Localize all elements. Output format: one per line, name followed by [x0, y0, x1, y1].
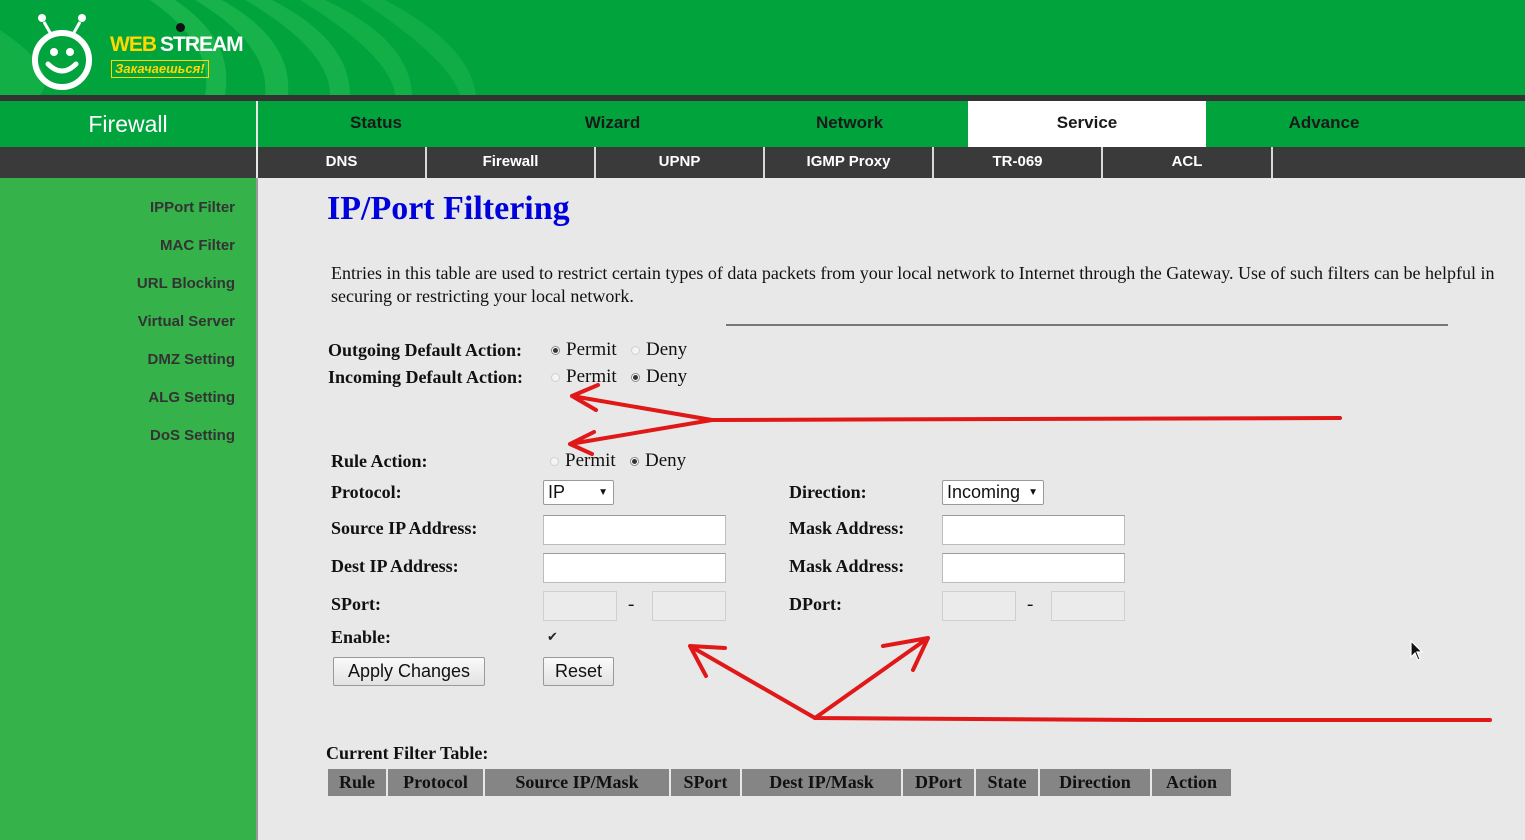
dport-to-input[interactable] — [1051, 591, 1125, 621]
subtab-dns[interactable]: DNS — [258, 147, 427, 178]
column-header-rule: Rule — [326, 769, 386, 796]
logo-dot — [176, 23, 185, 32]
incoming-deny-radio[interactable] — [631, 373, 640, 382]
direction-label: Direction: — [789, 482, 867, 502]
sidebar-item-dmz-setting[interactable]: DMZ Setting — [148, 351, 236, 368]
column-header-action: Action — [1150, 769, 1231, 796]
sidebar-item-ipport-filter[interactable]: IPPort Filter — [150, 199, 235, 216]
protocol-label: Protocol: — [331, 482, 402, 502]
smiley-tv-logo-icon — [32, 14, 92, 90]
rule-deny-label: Deny — [645, 450, 687, 471]
logo-slogan: Закачаешься! — [111, 60, 209, 78]
tab-network[interactable]: Network — [731, 101, 968, 147]
mouse-pointer-icon — [1410, 640, 1424, 661]
rule-permit-radio[interactable] — [550, 457, 559, 466]
sidebar-item-dos-setting[interactable]: DoS Setting — [150, 427, 235, 444]
enable-checkbox[interactable]: ✔ — [547, 630, 559, 643]
annotation-arrow-right — [813, 636, 930, 720]
divider — [726, 324, 1448, 326]
dest-mask-label: Mask Address: — [789, 556, 905, 576]
sidebar: IPPort Filter MAC Filter URL Blocking Vi… — [0, 178, 256, 840]
tab-service[interactable]: Service — [968, 101, 1206, 147]
incoming-permit-label: Permit — [566, 366, 617, 387]
outgoing-permit-radio[interactable] — [551, 346, 560, 355]
sidebar-item-url-blocking[interactable]: URL Blocking — [137, 275, 235, 292]
column-header-source-ip-mask: Source IP/Mask — [483, 769, 669, 796]
chevron-down-icon: ▼ — [1028, 487, 1038, 498]
logo-word-web: WEB — [110, 33, 157, 56]
incoming-deny-label: Deny — [646, 366, 688, 387]
sport-separator: - — [628, 594, 635, 615]
source-ip-input[interactable] — [543, 515, 726, 545]
sidebar-item-alg-setting[interactable]: ALG Setting — [148, 389, 235, 406]
page-description: Entries in this table are used to restri… — [331, 263, 1495, 306]
sport-to-input[interactable] — [652, 591, 726, 621]
protocol-select[interactable]: IP ▼ — [543, 480, 614, 505]
source-mask-label: Mask Address: — [789, 518, 905, 538]
rule-permit-label: Permit — [565, 450, 616, 471]
outgoing-deny-radio[interactable] — [631, 346, 640, 355]
subtab-firewall[interactable]: Firewall — [427, 147, 596, 178]
dport-from-input[interactable] — [942, 591, 1016, 621]
direction-value: Incoming — [947, 482, 1021, 502]
tab-wizard[interactable]: Wizard — [494, 101, 731, 147]
section-title: Firewall — [0, 101, 256, 147]
direction-select[interactable]: Incoming ▼ — [942, 480, 1044, 505]
column-header-dport: DPort — [901, 769, 974, 796]
page-title: IP/Port Filtering — [327, 190, 570, 227]
incoming-default-label: Incoming Default Action: — [328, 367, 523, 387]
protocol-value: IP — [548, 482, 566, 502]
dest-mask-input[interactable] — [942, 553, 1125, 583]
sport-from-input[interactable] — [543, 591, 617, 621]
filter-table-title: Current Filter Table: — [326, 743, 489, 763]
subtab-igmp-proxy[interactable]: IGMP Proxy — [765, 147, 934, 178]
rule-action-label: Rule Action: — [331, 451, 428, 471]
outgoing-deny-label: Deny — [646, 339, 688, 360]
column-header-protocol: Protocol — [386, 769, 483, 796]
tab-status[interactable]: Status — [258, 101, 494, 147]
subtab-tr069[interactable]: TR-069 — [934, 147, 1103, 178]
subtab-upnp[interactable]: UPNP — [596, 147, 765, 178]
sidebar-edge — [256, 178, 258, 840]
enable-label: Enable: — [331, 627, 392, 647]
sidebar-item-virtual-server[interactable]: Virtual Server — [138, 313, 235, 330]
dport-separator: - — [1027, 594, 1034, 615]
main-tabs: Status Wizard Network Service Advance — [258, 101, 1525, 147]
rule-deny-radio[interactable] — [630, 457, 639, 466]
annotation-arrow-lower — [568, 418, 714, 456]
chevron-down-icon: ▼ — [598, 487, 608, 498]
dport-label: DPort: — [789, 594, 842, 614]
header-banner: WEB STREAM Закачаешься! — [0, 0, 1525, 95]
source-mask-input[interactable] — [942, 515, 1125, 545]
section-subbar — [0, 147, 256, 178]
logo-word-stream: STREAM — [160, 33, 244, 56]
incoming-permit-radio[interactable] — [551, 373, 560, 382]
dest-ip-label: Dest IP Address: — [331, 556, 459, 576]
sport-label: SPort: — [331, 594, 381, 614]
column-header-direction: Direction — [1038, 769, 1150, 796]
outgoing-permit-label: Permit — [566, 339, 617, 360]
reset-button[interactable]: Reset — [543, 657, 614, 686]
column-header-state: State — [974, 769, 1038, 796]
source-ip-label: Source IP Address: — [331, 518, 478, 538]
sub-tabs: DNS Firewall UPNP IGMP Proxy TR-069 ACL — [258, 147, 1525, 178]
sidebar-item-mac-filter[interactable]: MAC Filter — [160, 237, 235, 254]
subtab-acl[interactable]: ACL — [1103, 147, 1273, 178]
column-header-dest-ip-mask: Dest IP/Mask — [740, 769, 901, 796]
apply-changes-button[interactable]: Apply Changes — [333, 657, 485, 686]
annotation-arrow-left — [688, 644, 1492, 722]
outgoing-default-label: Outgoing Default Action: — [328, 340, 523, 360]
column-header-sport: SPort — [669, 769, 740, 796]
annotation-arrow-upper — [570, 383, 1342, 422]
dest-ip-input[interactable] — [543, 553, 726, 583]
tab-advance[interactable]: Advance — [1206, 101, 1442, 147]
